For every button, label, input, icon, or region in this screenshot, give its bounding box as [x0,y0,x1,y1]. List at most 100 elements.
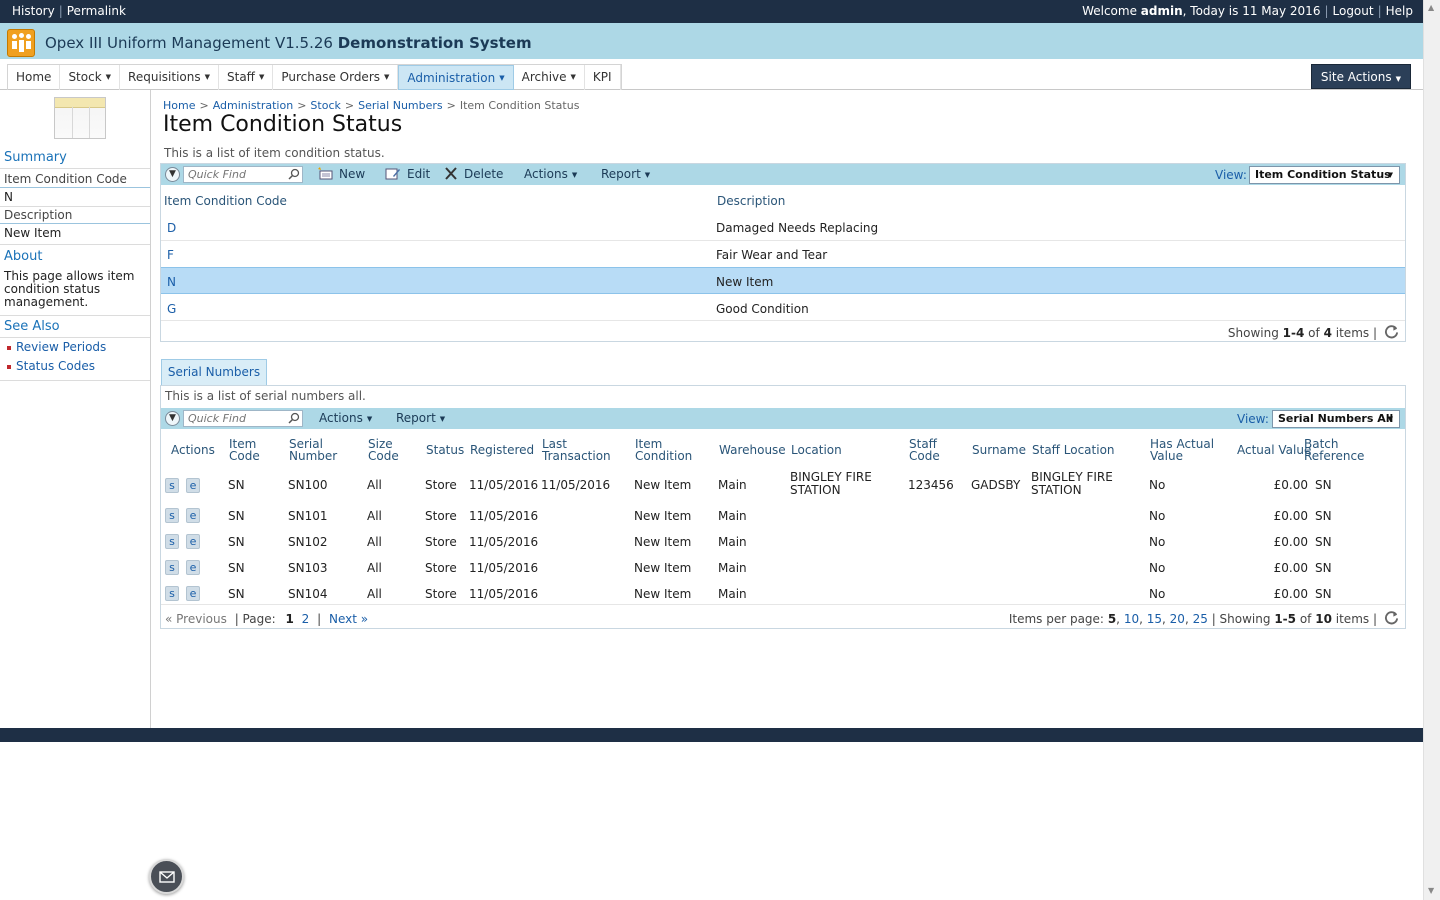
per-page-option[interactable]: 20 [1170,612,1185,626]
select-row-button[interactable]: s [165,534,179,549]
table-row[interactable]: s e SN SN102 All Store 11/05/2016 New It… [161,527,1405,553]
per-page-option[interactable]: 5 [1108,612,1116,626]
select-row-button[interactable]: s [165,508,179,523]
table-row[interactable]: s e SN SN103 All Store 11/05/2016 New It… [161,553,1405,579]
table-row[interactable]: s e SN SN104 All Store 11/05/2016 New It… [161,579,1405,605]
edit-row-button[interactable]: e [186,560,200,575]
per-page-option[interactable]: 10 [1124,612,1139,626]
column-header-last-transaction[interactable]: Last Transaction [542,438,622,462]
delete-button[interactable]: Delete [444,167,503,181]
next-page-link[interactable]: Next » [329,612,368,626]
nav-tab-requisitions[interactable]: Requisitions ▼ [120,65,219,90]
breadcrumb-link[interactable]: Serial Numbers [358,99,443,112]
history-link[interactable]: History [12,4,55,18]
edit-row-button[interactable]: e [186,508,200,523]
table-row[interactable]: G Good Condition [161,294,1405,321]
edit-row-button[interactable]: e [186,586,200,601]
column-header-item-code[interactable]: Item Code [229,438,279,462]
actions-menu[interactable]: Actions ▼ [319,411,372,425]
item-condition-code-link[interactable]: G [167,302,176,316]
column-header-item-condition[interactable]: Item Condition [635,438,700,462]
app-logo-icon[interactable] [7,29,35,57]
app-title: Opex III Uniform Management V1.5.26 Demo… [45,34,532,52]
quick-find-input[interactable] [184,411,284,426]
column-header-serial-number[interactable]: Serial Number [289,438,349,462]
collapse-chevron-icon[interactable]: ▼ [165,411,180,426]
breadcrumb-link[interactable]: Home [163,99,195,112]
column-header-staff-code[interactable]: Staff Code [909,438,949,462]
quick-find-input[interactable] [184,167,284,182]
table-row[interactable]: s e SN SN101 All Store 11/05/2016 New It… [161,501,1405,527]
column-header-location[interactable]: Location [791,444,842,456]
item-condition-code-link[interactable]: D [167,221,176,235]
actual-value-cell: £0.00 [1273,587,1308,601]
scroll-down-arrow-icon[interactable]: ▼ [1428,886,1434,895]
page-2-link[interactable]: 2 [302,612,310,626]
item-condition-code-link[interactable]: N [167,275,176,289]
actions-menu[interactable]: Actions ▼ [524,167,577,181]
nav-tab-administration[interactable]: Administration ▼ [398,65,514,90]
column-header-description[interactable]: Description [717,195,785,207]
table-row[interactable]: F Fair Wear and Tear [161,240,1405,267]
previous-page-link[interactable]: « Previous [165,612,227,626]
edit-row-button[interactable]: e [186,534,200,549]
last-transaction-cell: 11/05/2016 [541,478,611,492]
nav-tab-purchase-orders[interactable]: Purchase Orders ▼ [273,65,399,90]
column-header-size-code[interactable]: Size Code [368,438,408,462]
select-row-button[interactable]: s [165,560,179,575]
refresh-icon[interactable] [1384,324,1399,339]
table-row[interactable]: D Damaged Needs Replacing [161,213,1405,240]
collapse-chevron-icon[interactable]: ▼ [165,167,180,182]
select-row-button[interactable]: s [165,478,179,493]
nav-tab-archive[interactable]: Archive ▼ [514,65,585,90]
item-condition-code-link[interactable]: F [167,248,174,262]
tab-serial-numbers[interactable]: Serial Numbers [161,359,267,385]
logout-link[interactable]: Logout [1333,4,1374,18]
column-header-surname[interactable]: Surname [972,444,1026,456]
column-header-item-condition-code[interactable]: Item Condition Code [164,195,287,207]
serial-number-cell: SN102 [288,535,328,549]
nav-tab-home[interactable]: Home [8,65,61,90]
site-actions-button[interactable]: Site Actions ▼ [1310,64,1411,89]
edit-button[interactable]: Edit [385,167,430,181]
new-button[interactable]: New [317,167,365,181]
view-selector[interactable]: Serial Numbers All ▼ [1272,410,1400,428]
column-header-status[interactable]: Status [426,444,464,456]
registered-cell: 11/05/2016 [469,509,539,523]
column-header-batch-reference[interactable]: Batch Reference [1304,438,1374,462]
help-link[interactable]: Help [1386,4,1413,18]
view-selector[interactable]: Item Condition Status ▼ [1249,166,1400,184]
description-cell: Fair Wear and Tear [716,248,828,262]
report-menu[interactable]: Report ▼ [601,167,650,181]
nav-tab-stock[interactable]: Stock ▼ [60,65,121,90]
column-header-warehouse[interactable]: Warehouse [719,444,786,456]
search-icon[interactable] [288,168,300,180]
vertical-scrollbar[interactable]: ▲ ▼ [1423,0,1440,900]
welcome-text: Welcome [1082,4,1137,18]
table-row-selected[interactable]: N New Item [161,267,1405,294]
page-1-link[interactable]: 1 [285,612,293,626]
search-icon[interactable] [288,412,300,424]
nav-tab-staff[interactable]: Staff ▼ [219,65,274,90]
scroll-up-arrow-icon[interactable]: ▲ [1428,3,1434,12]
column-header-staff-location[interactable]: Staff Location [1032,444,1115,456]
see-also-link[interactable]: Status Codes [16,359,95,373]
breadcrumb-link[interactable]: Stock [310,99,340,112]
nav-tab-kpi[interactable]: KPI [585,65,621,90]
refresh-icon[interactable] [1384,610,1399,625]
item-code-cell: SN [228,535,245,549]
feedback-mail-button[interactable] [149,859,184,894]
permalink-link[interactable]: Permalink [67,4,126,18]
breadcrumb-link[interactable]: Administration [213,99,294,112]
per-page-option[interactable]: 25 [1193,612,1208,626]
column-header-actual-value[interactable]: Actual Value [1237,444,1311,456]
table-row[interactable]: s e SN SN100 All Store 11/05/2016 11/05/… [161,465,1405,501]
column-header-has-actual-value[interactable]: Has Actual Value [1150,438,1222,462]
column-header-registered[interactable]: Registered [470,444,534,456]
per-page-option[interactable]: 15 [1147,612,1162,626]
report-menu[interactable]: Report ▼ [396,411,445,425]
see-also-link[interactable]: Review Periods [16,340,106,354]
edit-row-button[interactable]: e [186,478,200,493]
dropdown-arrow-icon: ▼ [499,74,505,82]
select-row-button[interactable]: s [165,586,179,601]
